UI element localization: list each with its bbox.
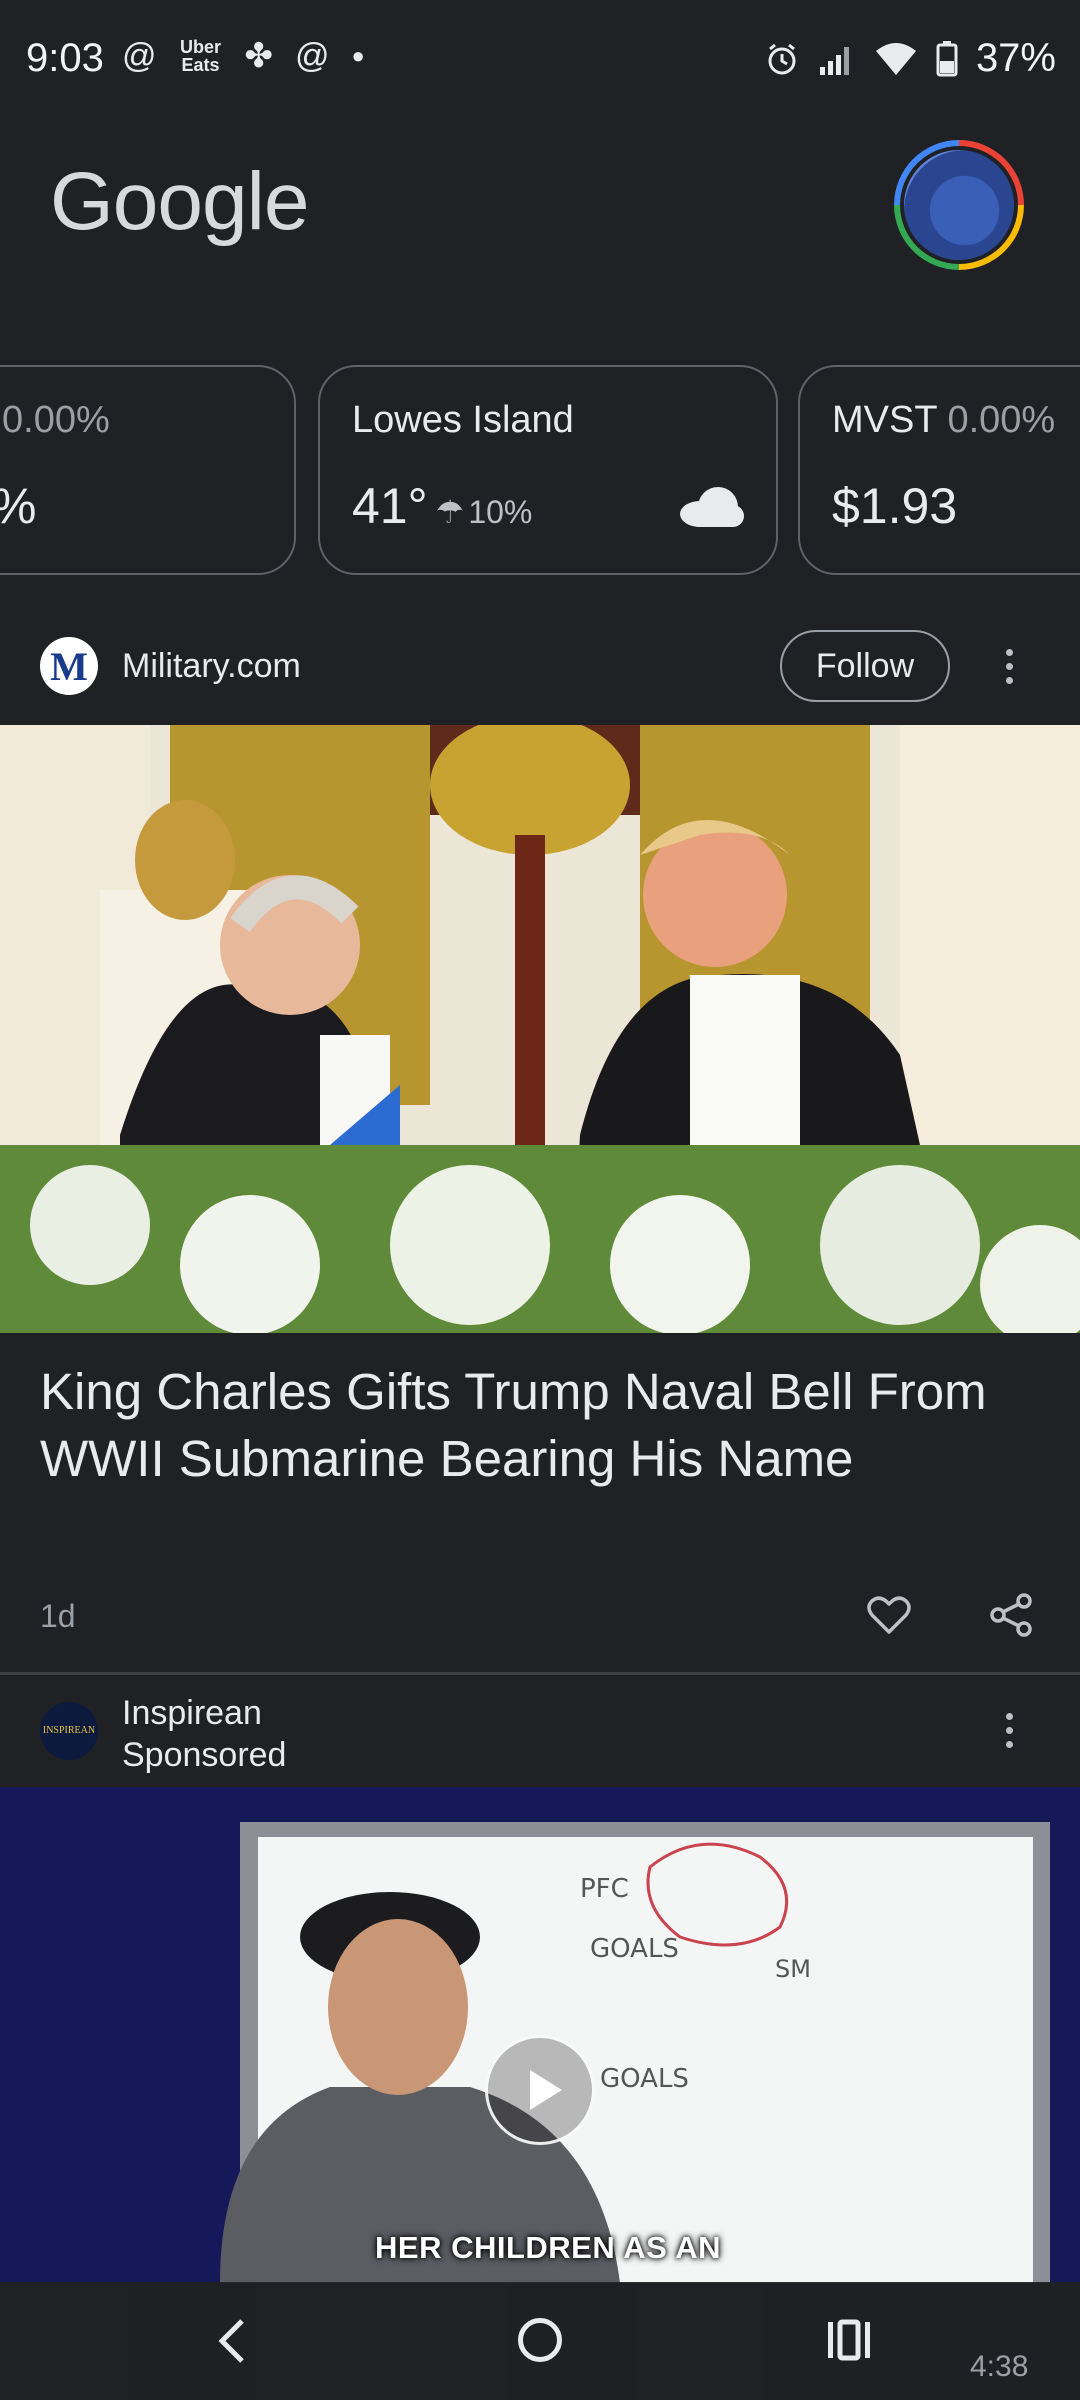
battery-icon [936, 40, 958, 76]
publisher-name[interactable]: Military.com [122, 647, 301, 686]
notification-icons: @ Uber Eats ✤ @ ● [122, 36, 365, 76]
card-value: % [0, 477, 36, 535]
weather-temp: 41° [352, 478, 428, 534]
avatar-image [904, 150, 1014, 260]
sponsor-name[interactable]: Inspirean [122, 1694, 262, 1733]
account-avatar[interactable] [894, 140, 1024, 270]
article-age: 1d [40, 1598, 76, 1634]
svg-text:GOALS: GOALS [590, 1934, 679, 1964]
status-time: 9:03 [26, 36, 104, 80]
alarm-icon [768, 43, 796, 74]
sponsor-logo[interactable]: INSPIREAN [40, 1702, 98, 1760]
weather-temp-row: 41° ☂ 10% [352, 477, 532, 535]
navigation-bar [0, 2282, 1080, 2400]
battery-percent: 37% [975, 36, 1056, 80]
wifi-icon [875, 42, 916, 75]
video-duration: 4:38 [970, 2350, 1029, 2383]
svg-text:PFC: PFC [580, 1874, 629, 1904]
card-change: 0.00% [2, 399, 110, 441]
threads-icon: @ [122, 37, 157, 75]
dot-icon: ● [351, 43, 365, 68]
weather-location: Lowes Island [352, 399, 574, 441]
svg-text:GOALS: GOALS [600, 2064, 689, 2094]
share-icon[interactable] [988, 1592, 1034, 1638]
more-options-icon[interactable] [994, 641, 1024, 691]
play-icon [530, 2070, 562, 2110]
home-icon[interactable] [518, 2318, 562, 2362]
article-headline[interactable]: King Charles Gifts Trump Naval Bell From… [40, 1358, 1040, 1492]
stock-symbol: MVST [832, 399, 937, 441]
publisher-logo[interactable]: M [40, 637, 98, 695]
heart-icon[interactable] [866, 1592, 912, 1638]
cloud-icon [680, 487, 746, 527]
publisher-row: M Military.com Follow [0, 610, 1080, 720]
feed-divider [0, 1672, 1080, 1675]
stock-change: 0.00% [947, 399, 1056, 441]
rain-icon: ☂ [435, 494, 465, 530]
precip-chance: 10% [468, 494, 533, 530]
back-icon[interactable] [212, 2317, 252, 2365]
stock-card-mvst[interactable]: MVST 0.00% $1.93 [798, 365, 1080, 575]
play-button[interactable] [485, 2035, 595, 2145]
system-icons: 37% [764, 36, 1056, 81]
stock-title-row: MVST 0.00% [832, 399, 1055, 442]
status-bar: 9:03 @ Uber Eats ✤ @ ● 37% [0, 0, 1080, 120]
signal-icon [819, 46, 849, 75]
stock-card-partial[interactable]: 0.00% % [0, 365, 296, 575]
sponsored-label: Sponsored [122, 1736, 287, 1774]
sponsor-more-options-icon[interactable] [994, 1705, 1024, 1755]
google-logo[interactable]: Google [50, 155, 309, 249]
recent-apps-icon[interactable] [826, 2318, 872, 2362]
follow-button[interactable]: Follow [780, 630, 950, 702]
uber-eats-icon: Uber Eats [180, 37, 222, 75]
info-cards: 0.00% % Lowes Island 41°☂10% MVST 0.00% … [0, 365, 1080, 575]
svg-text:SM: SM [775, 1955, 811, 1983]
stock-price: $1.93 [832, 478, 958, 534]
video-caption: HER CHILDREN AS AN [375, 2230, 721, 2265]
threads-icon-2: @ [295, 37, 330, 75]
weather-card[interactable]: Lowes Island 41° ☂ 10% [318, 365, 778, 575]
pinwheel-icon: ✤ [244, 37, 274, 75]
article-image[interactable] [0, 725, 1080, 1333]
